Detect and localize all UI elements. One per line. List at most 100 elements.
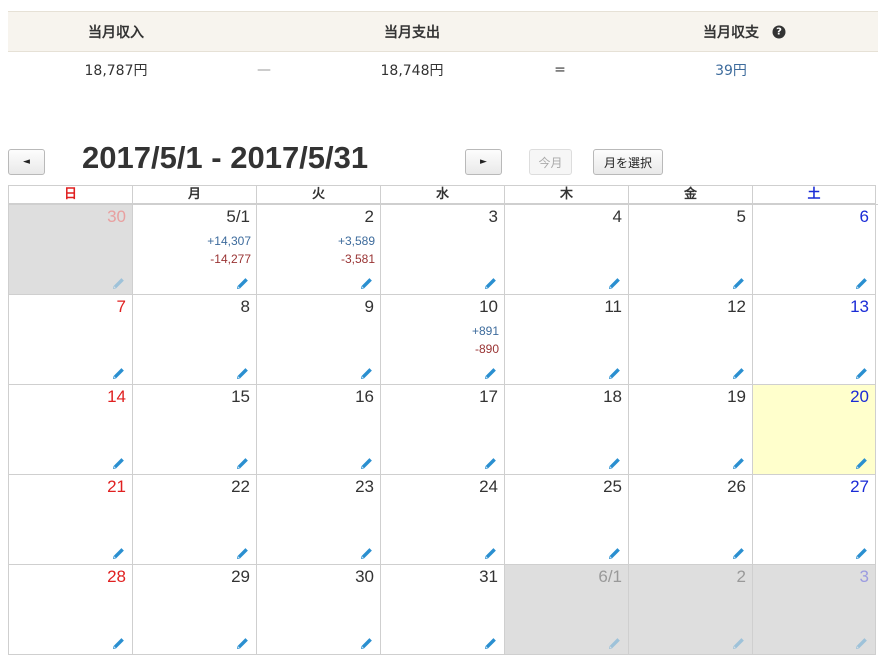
day-cell[interactable]: 30 [256,565,380,655]
pencil-icon[interactable] [112,275,125,290]
pencil-icon[interactable] [855,635,868,650]
day-expense: -3,581 [340,252,375,266]
day-income: +3,589 [337,234,375,248]
day-number: 14 [107,387,126,406]
summary-header-row: 当月収入 当月支出 当月収支 ? [8,11,878,52]
pencil-icon[interactable] [608,365,621,380]
day-cell[interactable]: 6 [752,205,876,295]
day-cell[interactable]: 23 [256,475,380,565]
pencil-icon[interactable] [236,365,249,380]
pencil-icon[interactable] [732,545,745,560]
day-cell[interactable]: 4 [504,205,628,295]
day-number: 25 [603,477,622,496]
day-expense: -890 [474,342,499,356]
day-cell[interactable]: 22 [132,475,256,565]
day-cell[interactable]: 6/1 [504,565,628,655]
day-cell[interactable]: 8 [132,295,256,385]
pencil-icon[interactable] [855,275,868,290]
pencil-icon[interactable] [608,635,621,650]
day-number: 9 [364,297,374,316]
day-cell[interactable]: 10 +891 -890 [380,295,504,385]
day-cell[interactable]: 29 [132,565,256,655]
select-month-button[interactable]: 月を選択 [593,149,663,175]
pencil-icon[interactable] [112,545,125,560]
pencil-icon[interactable] [608,455,621,470]
day-cell[interactable]: 19 [628,385,752,475]
pencil-icon[interactable] [732,275,745,290]
pencil-icon[interactable] [484,365,497,380]
day-cell[interactable]: 15 [132,385,256,475]
pencil-icon[interactable] [855,455,868,470]
day-cell[interactable]: 9 [256,295,380,385]
day-number: 5/1 [226,207,250,226]
day-number: 16 [355,387,374,406]
day-cell[interactable]: 16 [256,385,380,475]
expense-header: 当月支出 [384,24,440,41]
pencil-icon[interactable] [732,635,745,650]
day-number: 15 [231,387,250,406]
day-cell[interactable]: 3 [380,205,504,295]
day-cell[interactable]: 20 [752,385,876,475]
day-cell[interactable]: 7 [8,295,132,385]
pencil-icon[interactable] [608,275,621,290]
day-number: 13 [850,297,869,316]
day-number: 29 [231,567,250,586]
pencil-icon[interactable] [484,635,497,650]
pencil-icon[interactable] [360,455,373,470]
day-cell[interactable]: 13 [752,295,876,385]
pencil-icon[interactable] [236,275,249,290]
income-value: 18,787円 [84,63,148,79]
day-cell[interactable]: 11 [504,295,628,385]
day-number: 23 [355,477,374,496]
day-cell[interactable]: 2 [628,565,752,655]
pencil-icon[interactable] [484,545,497,560]
day-cell[interactable]: 5 [628,205,752,295]
day-cell[interactable]: 21 [8,475,132,565]
pencil-icon[interactable] [360,635,373,650]
question-circle-icon[interactable]: ? [772,25,786,38]
day-cell[interactable]: 3 [752,565,876,655]
pencil-icon[interactable] [608,545,621,560]
pencil-icon[interactable] [112,455,125,470]
pencil-icon[interactable] [112,365,125,380]
day-cell[interactable]: 18 [504,385,628,475]
day-number: 18 [603,387,622,406]
pencil-icon[interactable] [236,635,249,650]
day-cell[interactable]: 25 [504,475,628,565]
day-cell[interactable]: 12 [628,295,752,385]
pencil-icon[interactable] [855,365,868,380]
day-cell[interactable]: 24 [380,475,504,565]
pencil-icon[interactable] [360,545,373,560]
pencil-icon[interactable] [360,275,373,290]
pencil-icon[interactable] [484,275,497,290]
day-number: 26 [727,477,746,496]
next-month-button[interactable]: ► [465,149,502,175]
day-cell[interactable]: 30 [8,205,132,295]
day-cell[interactable]: 26 [628,475,752,565]
day-cell[interactable]: 5/1 +14,307 -14,277 [132,205,256,295]
day-cell[interactable]: 14 [8,385,132,475]
expense-value: 18,748円 [380,63,444,79]
day-cell[interactable]: 2 +3,589 -3,581 [256,205,380,295]
pencil-icon[interactable] [360,365,373,380]
pencil-icon[interactable] [236,545,249,560]
day-cell[interactable]: 27 [752,475,876,565]
day-number: 31 [479,567,498,586]
this-month-button[interactable]: 今月 [529,149,572,175]
minus-sign: — [257,62,271,78]
pencil-icon[interactable] [855,545,868,560]
day-cell[interactable]: 17 [380,385,504,475]
pencil-icon[interactable] [732,455,745,470]
pencil-icon[interactable] [236,455,249,470]
weekday-4: 木 [504,185,628,204]
day-cell[interactable]: 28 [8,565,132,655]
day-number: 24 [479,477,498,496]
day-number: 30 [355,567,374,586]
prev-month-button[interactable]: ◄ [8,149,45,175]
pencil-icon[interactable] [732,365,745,380]
balance-header: 当月収支 [703,24,759,41]
calendar-week: 30 5/1 +14,307 -14,277 2 +3,589 -3,581 3 4 5 6 [8,205,878,295]
pencil-icon[interactable] [112,635,125,650]
pencil-icon[interactable] [484,455,497,470]
day-cell[interactable]: 31 [380,565,504,655]
